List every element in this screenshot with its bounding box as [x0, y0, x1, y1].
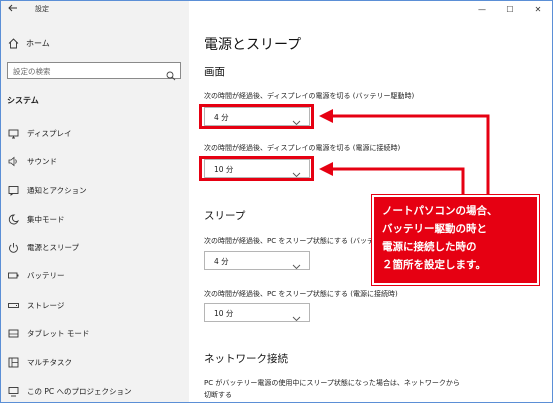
callout-line: 電源に接続した時の	[382, 241, 477, 253]
annotation-callout: ノートパソコンの場合、 バッテリー駆動の時と 電源に接続した時の ２箇所を設定し…	[372, 195, 539, 285]
callout-line: バッテリー駆動の時と	[382, 223, 487, 235]
callout-line: ノートパソコンの場合、	[382, 205, 498, 217]
callout-line: ２箇所を設定します。	[382, 259, 486, 271]
settings-window: 設定 ホーム 設定の検索 システム ディスプレイ サウンド 通知とアクション 集…	[0, 0, 553, 403]
